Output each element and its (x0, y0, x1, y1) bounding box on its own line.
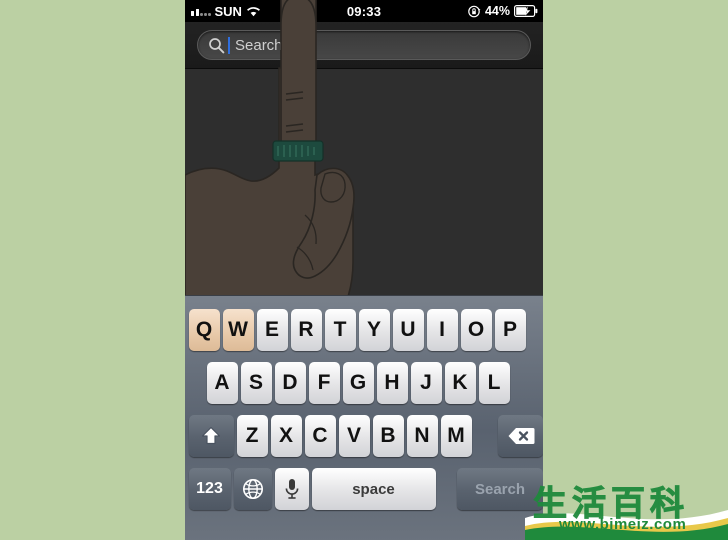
key-m[interactable]: M (440, 415, 472, 457)
battery-percent-label: 44% (484, 4, 510, 18)
backspace-delete-icon (507, 426, 535, 446)
key-t[interactable]: T (324, 309, 356, 351)
key-v[interactable]: V (338, 415, 370, 457)
search-bar-container: Search (185, 22, 543, 69)
key-n[interactable]: N (406, 415, 438, 457)
key-w[interactable]: W (222, 309, 254, 351)
key-x[interactable]: X (270, 415, 302, 457)
key-f[interactable]: F (308, 362, 340, 404)
key-c[interactable]: C (304, 415, 336, 457)
key-p[interactable]: P (494, 309, 526, 351)
key-a[interactable]: A (206, 362, 238, 404)
search-placeholder: Search (235, 36, 283, 54)
key-g[interactable]: G (342, 362, 374, 404)
key-r[interactable]: R (290, 309, 322, 351)
text-cursor (228, 36, 230, 54)
microphone-icon (283, 477, 301, 501)
key-z[interactable]: Z (236, 415, 268, 457)
watermark: 生活百科 www.bimeiz.com (525, 474, 728, 540)
illustration-canvas: SUN 09:33 44% Search Q W E R T Y U I O P… (0, 0, 728, 540)
key-q[interactable]: Q (188, 309, 220, 351)
battery-charging-icon (514, 5, 538, 17)
key-j[interactable]: J (410, 362, 442, 404)
key-h[interactable]: H (376, 362, 408, 404)
globe-language-icon (241, 477, 265, 501)
rotation-lock-icon (468, 5, 481, 18)
status-bar-right: 44% (468, 4, 538, 18)
key-i[interactable]: I (426, 309, 458, 351)
watermark-url: www.bimeiz.com (559, 516, 687, 533)
dictation-key[interactable] (274, 468, 309, 510)
key-e[interactable]: E (256, 309, 288, 351)
keyboard-row-4: 123 space Search (185, 468, 543, 510)
numbers-key[interactable]: 123 (188, 468, 231, 510)
key-u[interactable]: U (392, 309, 424, 351)
search-icon (208, 37, 225, 54)
keyboard-row-3: Z X C V B N M (185, 415, 543, 457)
key-l[interactable]: L (478, 362, 510, 404)
shift-key[interactable] (188, 415, 234, 457)
search-input[interactable]: Search (197, 30, 531, 60)
shift-arrow-icon (199, 424, 223, 448)
key-s[interactable]: S (240, 362, 272, 404)
space-key[interactable]: space (311, 468, 436, 510)
keyboard-row-2: A S D F G H J K L (185, 362, 543, 404)
key-k[interactable]: K (444, 362, 476, 404)
phone-screen: SUN 09:33 44% Search Q W E R T Y U I O P… (185, 0, 543, 540)
keyboard-row-1: Q W E R T Y U I O P (185, 309, 543, 351)
key-b[interactable]: B (372, 415, 404, 457)
globe-key[interactable] (233, 468, 272, 510)
key-d[interactable]: D (274, 362, 306, 404)
key-o[interactable]: O (460, 309, 492, 351)
status-bar: SUN 09:33 44% (185, 0, 543, 22)
delete-key[interactable] (498, 415, 543, 457)
search-results-area (185, 68, 543, 295)
on-screen-keyboard[interactable]: Q W E R T Y U I O P A S D F G H J K L Z … (185, 295, 543, 540)
key-y[interactable]: Y (358, 309, 390, 351)
